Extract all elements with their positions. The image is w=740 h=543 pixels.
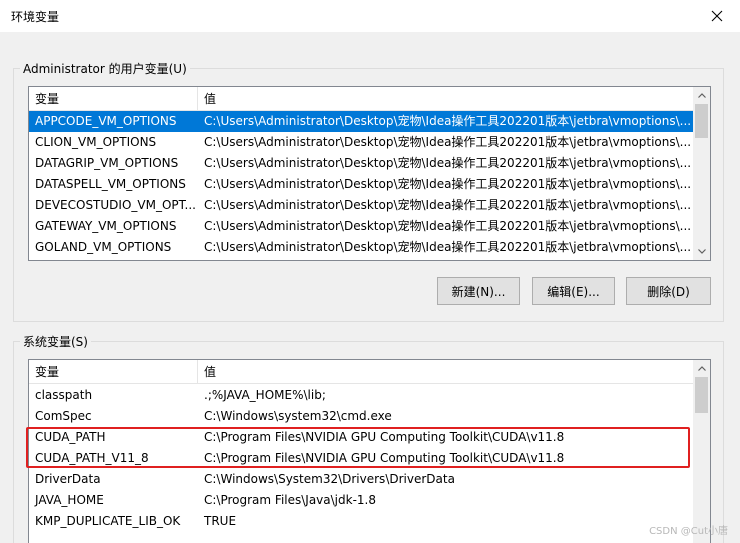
table-row[interactable]: GOLAND_VM_OPTIONS C:\Users\Administrator… — [29, 237, 693, 258]
variable-value: C:\Users\Administrator\Desktop\宠物\Idea操作… — [204, 156, 692, 170]
scroll-thumb[interactable] — [695, 104, 708, 138]
scroll-thumb[interactable] — [695, 377, 708, 413]
vertical-scrollbar[interactable] — [693, 360, 710, 543]
variable-value: C:\Users\Administrator\Desktop\宠物\Idea操作… — [204, 240, 692, 254]
variable-value: .;%JAVA_HOME%\lib; — [204, 388, 326, 402]
variable-name: GOLAND_VM_OPTIONS — [35, 240, 172, 254]
new-button[interactable]: 新建(N)... — [437, 277, 520, 305]
variable-value: C:\Windows\System32\Drivers\DriverData — [204, 472, 455, 486]
variable-value: C:\Program Files\NVIDIA GPU Computing To… — [204, 430, 565, 444]
table-row[interactable]: APPCODE_VM_OPTIONS C:\Users\Administrato… — [29, 111, 693, 132]
column-header-name[interactable]: 变量 — [29, 87, 197, 111]
variable-name: DATASPELL_VM_OPTIONS — [35, 177, 186, 191]
variable-name: KMP_DUPLICATE_LIB_OK — [35, 514, 181, 528]
table-row[interactable]: DriverData C:\Windows\System32\Drivers\D… — [29, 469, 693, 490]
system-variables-label: 系统变量(S) — [20, 333, 91, 350]
variable-name: classpath — [35, 388, 93, 402]
variable-name: DriverData — [35, 472, 101, 486]
system-variables-list[interactable]: 变量 值 classpath .;%JAVA_HOME%\lib; ComSpe… — [28, 359, 711, 543]
column-header-value[interactable]: 值 — [198, 87, 693, 111]
table-row[interactable]: CUDA_PATH C:\Program Files\NVIDIA GPU Co… — [29, 427, 693, 448]
scroll-up-button[interactable] — [693, 87, 710, 104]
variable-value: C:\Users\Administrator\Desktop\宠物\Idea操作… — [204, 219, 692, 233]
table-row[interactable]: CLION_VM_OPTIONS C:\Users\Administrator\… — [29, 132, 693, 153]
watermark: CSDN @Cut小唐 — [649, 526, 728, 537]
variable-value: C:\Users\Administrator\Desktop\宠物\Idea操作… — [204, 177, 692, 191]
table-row[interactable]: DEVECOSTUDIO_VM_OPT... C:\Users\Administ… — [29, 195, 693, 216]
scroll-up-button[interactable] — [693, 360, 710, 377]
user-variables-list[interactable]: 变量 值 APPCODE_VM_OPTIONS C:\Users\Adminis… — [28, 86, 711, 261]
window-title: 环境变量 — [11, 10, 60, 24]
variable-value: C:\Users\Administrator\Desktop\宠物\Idea操作… — [204, 198, 692, 212]
variable-value: C:\Users\Administrator\Desktop\宠物\Idea操作… — [204, 135, 692, 149]
vertical-scrollbar[interactable] — [693, 87, 710, 260]
variable-name: JAVA_HOME — [35, 493, 104, 507]
chevron-down-icon — [697, 249, 706, 254]
variable-name: GATEWAY_VM_OPTIONS — [35, 219, 177, 233]
delete-button[interactable]: 删除(D) — [626, 277, 711, 305]
variable-name: DATAGRIP_VM_OPTIONS — [35, 156, 179, 170]
variable-name: DEVECOSTUDIO_VM_OPT... — [35, 198, 196, 212]
variable-name: ComSpec — [35, 409, 92, 423]
list-header: 变量 值 — [29, 87, 693, 111]
variable-name: CUDA_PATH — [35, 430, 106, 444]
column-header-value[interactable]: 值 — [198, 360, 693, 384]
variable-value: C:\Program Files\Java\jdk-1.8 — [204, 493, 376, 507]
variable-name: CLION_VM_OPTIONS — [35, 135, 157, 149]
table-row[interactable]: JAVA_HOME C:\Program Files\Java\jdk-1.8 — [29, 490, 693, 511]
environment-variables-dialog: 环境变量 Administrator 的用户变量(U) 变量 值 APPCODE… — [0, 0, 740, 543]
table-row[interactable]: DATASPELL_VM_OPTIONS C:\Users\Administra… — [29, 174, 693, 195]
variable-name: CUDA_PATH_V11_8 — [35, 451, 149, 465]
list-header: 变量 值 — [29, 360, 693, 384]
edit-button[interactable]: 编辑(E)... — [532, 277, 615, 305]
user-variables-label: Administrator 的用户变量(U) — [20, 60, 190, 77]
scroll-down-button[interactable] — [693, 243, 710, 260]
table-row[interactable]: ComSpec C:\Windows\system32\cmd.exe — [29, 406, 693, 427]
variable-value: C:\Program Files\NVIDIA GPU Computing To… — [204, 451, 565, 465]
chevron-up-icon — [697, 93, 706, 98]
variable-value: C:\Users\Administrator\Desktop\宠物\Idea操作… — [204, 114, 692, 128]
table-row[interactable]: classpath .;%JAVA_HOME%\lib; — [29, 385, 693, 406]
table-row[interactable]: GATEWAY_VM_OPTIONS C:\Users\Administrato… — [29, 216, 693, 237]
table-row[interactable]: CUDA_PATH_V11_8 C:\Program Files\NVIDIA … — [29, 448, 693, 469]
table-row[interactable]: KMP_DUPLICATE_LIB_OK TRUE — [29, 511, 693, 532]
variable-name: APPCODE_VM_OPTIONS — [35, 114, 177, 128]
close-icon — [711, 10, 723, 22]
chevron-up-icon — [697, 366, 706, 371]
title-bar: 环境变量 — [0, 0, 740, 32]
close-button[interactable] — [694, 0, 740, 32]
table-row[interactable]: DATAGRIP_VM_OPTIONS C:\Users\Administrat… — [29, 153, 693, 174]
variable-value: TRUE — [204, 514, 237, 528]
variable-value: C:\Windows\system32\cmd.exe — [204, 409, 392, 423]
column-header-name[interactable]: 变量 — [29, 360, 197, 384]
